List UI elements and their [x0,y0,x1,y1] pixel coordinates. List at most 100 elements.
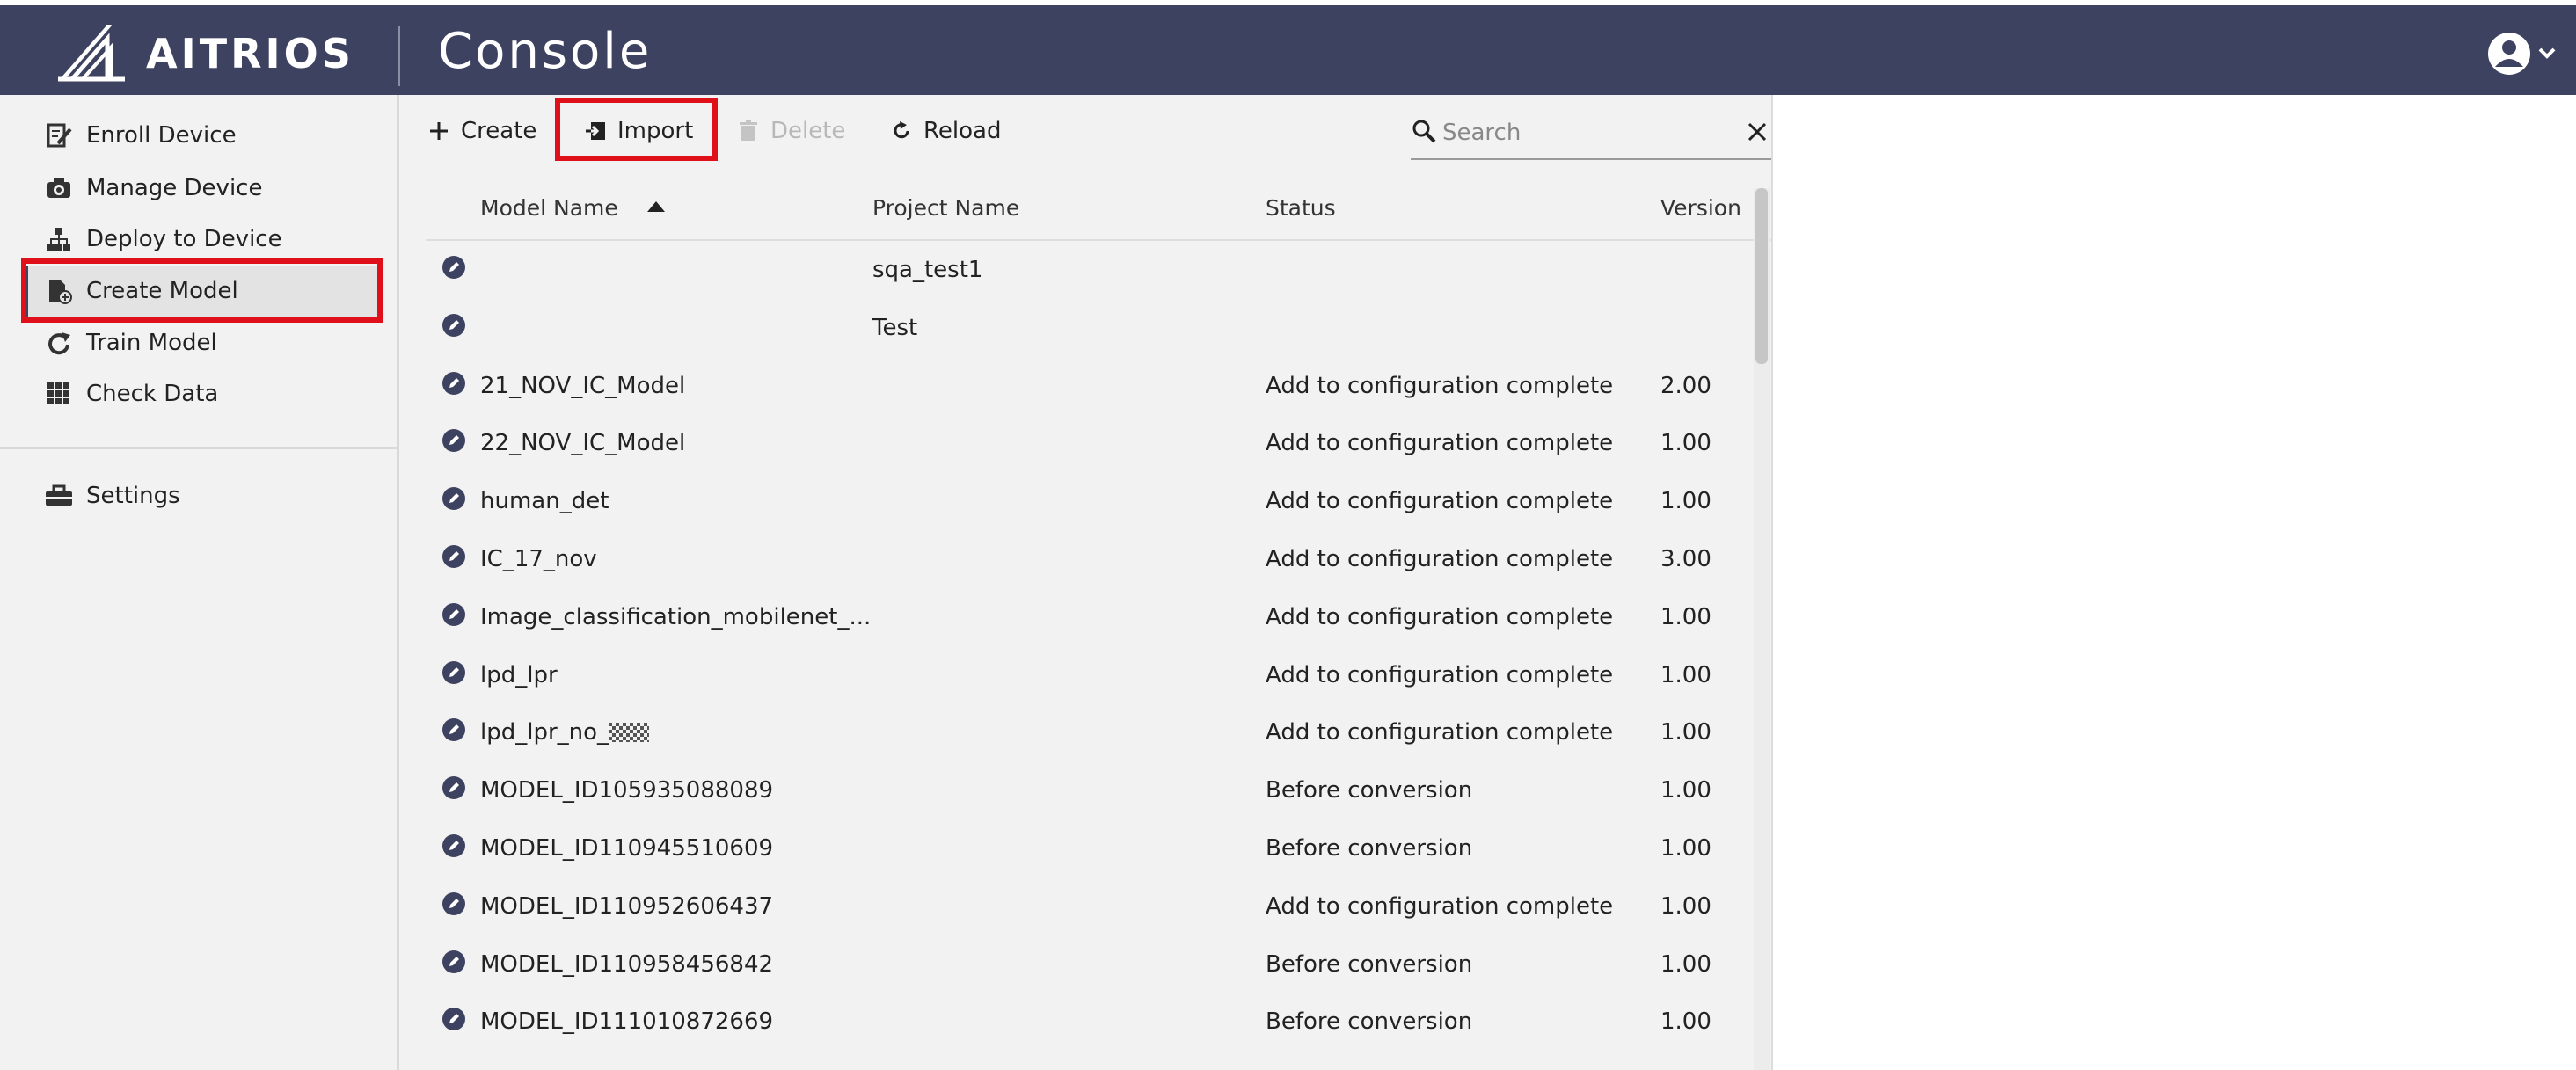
redacted-text-pattern [609,723,649,743]
app-header: AITRIOS Console [0,5,2576,95]
reload-label: Reload [923,118,1002,144]
cell-model-name: IC_17_nov [480,546,597,572]
cell-status: Add to configuration complete [1266,661,1614,688]
trash-icon [735,118,762,144]
cell-version: 1.00 [1660,661,1711,688]
search-input[interactable] [1442,120,1733,146]
toolbox-icon [44,481,74,511]
edit-icon[interactable] [441,833,466,858]
cell-version: 2.00 [1660,372,1711,399]
table-row[interactable]: 21_NOV_IC_Model Add to configuration comp… [399,360,1745,419]
edit-icon[interactable] [441,371,466,396]
cell-status: Add to configuration complete [1266,430,1614,457]
cell-model-name: MODEL_ID111010872669 [480,1008,774,1036]
enroll-icon [44,120,74,150]
sidebar-item-label: Train Model [86,330,217,356]
column-header-version[interactable]: Version [1660,195,1741,221]
aitrios-logo-icon [58,25,125,82]
search-icon [1411,118,1437,148]
edit-icon[interactable] [441,255,466,280]
edit-icon[interactable] [441,660,466,685]
sidebar-item-train-model[interactable]: Train Model [44,324,217,362]
cell-model-name: MODEL_ID110945510609 [480,835,774,862]
edit-icon[interactable] [441,1007,466,1031]
table-row[interactable]: sqa_test1 [399,244,1745,302]
column-header-project-name[interactable]: Project Name [872,195,1019,221]
cell-version: 1.00 [1660,892,1711,920]
cell-status: Before conversion [1266,835,1473,862]
delete-button[interactable]: Delete [735,107,845,155]
table-row[interactable]: 22_NOV_IC_Model Add to configuration comp… [399,418,1745,476]
column-header-status[interactable]: Status [1266,195,1336,221]
cell-model-name: MODEL_ID110952606437 [480,892,774,920]
sidebar-item-check-data[interactable]: Check Data [44,375,218,413]
table-row[interactable]: MODEL_ID105935088089 Before conversion 1.0… [399,765,1745,823]
table-row[interactable]: Image_classification_mobilenet_... Add to… [399,592,1745,650]
cell-status: Add to configuration complete [1266,546,1614,572]
cell-status: Add to configuration complete [1266,719,1614,746]
sidebar-item-manage-device[interactable]: Manage Device [44,169,262,207]
cell-status: Before conversion [1266,950,1473,978]
account-menu-button[interactable] [2487,32,2566,76]
user-avatar-icon [2488,33,2556,75]
sidebar-item-label: Settings [86,483,180,509]
cell-version: 1.00 [1660,488,1711,515]
plus-icon [426,118,452,144]
sidebar-item-label: Enroll Device [86,122,237,149]
cell-version: 1.00 [1660,950,1711,978]
cell-status: Add to configuration complete [1266,372,1614,399]
cell-model-name: MODEL_ID110958456842 [480,950,774,978]
cell-model-name: lpd_lpr_no_ [480,719,609,746]
cell-status: Add to configuration complete [1266,603,1614,630]
table-row[interactable]: Test [399,302,1745,360]
reload-button[interactable]: Reload [888,107,1001,155]
edit-icon[interactable] [441,313,466,338]
cell-model-name: Image_classification_mobilenet_... [480,603,872,630]
cell-version: 1.00 [1660,430,1711,457]
create-button[interactable]: Create [426,107,536,155]
sidebar-divider [0,447,399,449]
detail-pane [1771,95,2576,1070]
search-box [1411,107,1771,160]
cell-model-name: MODEL_ID105935088089 [480,777,774,804]
table-row[interactable]: IC_17_nov Add to configuration complete 3.… [399,534,1745,592]
edit-icon[interactable] [441,428,466,453]
table-row[interactable]: human_det Add to configuration complete 1.… [399,476,1745,534]
column-header-model-name[interactable]: Model Name [480,195,668,221]
camera-icon [44,173,74,203]
table-row[interactable]: lpd_lpr_no_ Add to configuration complete… [399,707,1745,765]
sidebar-item-deploy-to-device[interactable]: Deploy to Device [44,220,282,258]
sidebar-item-label: Manage Device [86,175,263,201]
cell-project-name: Test [872,314,918,341]
edit-icon[interactable] [441,950,466,974]
table-row[interactable]: MODEL_ID110952606437 Add to configuration… [399,881,1745,939]
table-row[interactable]: MODEL_ID110945510609 Before conversion 1.0… [399,823,1745,881]
edit-icon[interactable] [441,486,466,511]
edit-icon[interactable] [441,602,466,627]
sidebar-item-label: Check Data [86,381,219,407]
edit-icon[interactable] [441,892,466,916]
table-row[interactable]: MODEL_ID111010872669 Before conversion 1.0… [399,996,1745,1054]
sidebar-item-label: Deploy to Device [86,226,282,252]
edit-icon[interactable] [441,717,466,742]
refresh-icon [44,328,74,358]
edit-icon[interactable] [441,544,466,569]
cell-model-name: 22_NOV_IC_Model [480,430,686,457]
cell-model-name: lpd_lpr [480,661,558,688]
cell-project-name: sqa_test1 [872,257,983,283]
table-row[interactable]: lpd_lpr Add to configuration complete 1.00 [399,650,1745,708]
cell-version: 1.00 [1660,1008,1711,1036]
table-row[interactable]: MODEL_ID110958456842 Before conversion 1.0… [399,939,1745,997]
create-label: Create [461,118,537,144]
sidebar: Enroll Device Manage Device Deploy to De… [0,95,399,1070]
scrollbar-thumb[interactable] [1755,188,1768,364]
cell-version: 1.00 [1660,603,1711,630]
page-title: Console [438,23,653,80]
clear-search-icon[interactable] [1745,120,1770,148]
cell-status: Add to configuration complete [1266,892,1614,920]
sidebar-item-enroll-device[interactable]: Enroll Device [44,116,237,155]
cell-model-name: human_det [480,488,609,515]
sidebar-item-settings[interactable]: Settings [44,477,180,515]
brand-name: AITRIOS [146,30,354,77]
edit-icon[interactable] [441,775,466,800]
